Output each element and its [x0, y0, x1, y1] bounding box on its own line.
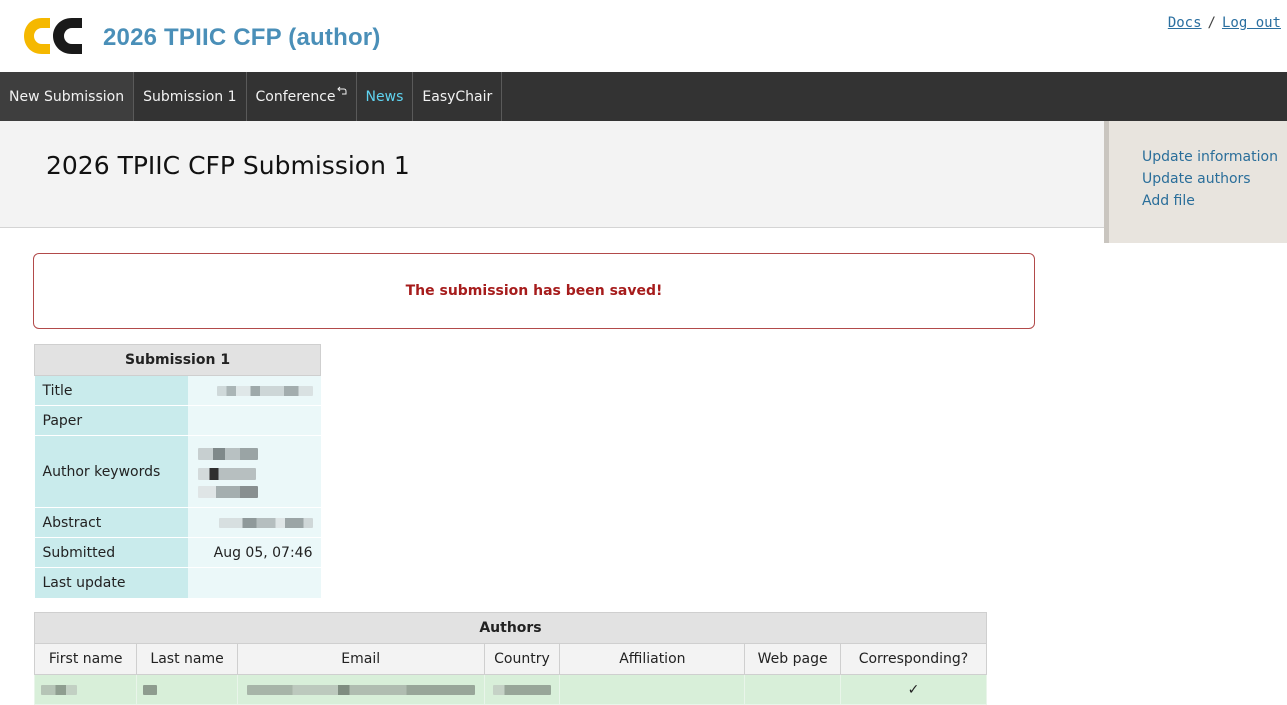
side-menu: Update information Update authors Add fi…: [1104, 121, 1287, 243]
nav-news[interactable]: News: [357, 72, 414, 121]
col-affiliation: Affiliation: [559, 643, 746, 675]
redacted-block: [246, 684, 475, 695]
submission-table: Submission 1 Title Paper Author keywords…: [34, 344, 321, 598]
col-corresponding: Corresponding?: [839, 643, 988, 675]
top-links: Docs / Log out: [1168, 15, 1281, 31]
keywords-value-redacted: [187, 435, 321, 508]
table-row: Last update: [34, 567, 321, 598]
nav-label: Submission 1: [143, 88, 237, 105]
authors-table: Authors First name Last name Email Count…: [33, 612, 988, 705]
authors-table-heading: Authors: [34, 612, 987, 644]
nav-conference[interactable]: Conference: [247, 72, 357, 121]
submission-table-heading: Submission 1: [34, 344, 321, 376]
return-arrow-icon: [336, 86, 347, 94]
row-label: Abstract: [34, 507, 188, 538]
redacted-block: [197, 485, 258, 498]
main-nav: New Submission Submission 1 Conference N…: [0, 72, 1287, 121]
title-value-redacted: [187, 375, 321, 406]
link-separator: /: [1207, 15, 1216, 31]
row-label: Last update: [34, 567, 188, 598]
easychair-logo-icon[interactable]: [20, 14, 92, 58]
nav-label: EasyChair: [422, 88, 493, 105]
redacted-block: [197, 467, 256, 480]
nav-label: New Submission: [9, 88, 125, 105]
nav-easychair[interactable]: EasyChair: [413, 72, 503, 121]
web-page-value: [744, 674, 841, 705]
table-row: Author keywords: [34, 435, 321, 508]
side-link-update-authors[interactable]: Update authors: [1142, 170, 1278, 188]
corresponding-check: ✓: [839, 674, 988, 705]
affiliation-redacted: [559, 674, 746, 705]
side-link-update-information[interactable]: Update information: [1142, 148, 1278, 166]
table-row: Submitted Aug 05, 07:46: [34, 537, 321, 568]
authors-header-row: First name Last name Email Country Affil…: [33, 643, 988, 675]
nav-new-submission[interactable]: New Submission: [0, 72, 135, 121]
page-title: 2026 TPIIC CFP Submission 1: [46, 151, 410, 180]
redacted-block: [216, 385, 313, 396]
first-name-redacted: [33, 674, 138, 705]
col-web-page: Web page: [744, 643, 841, 675]
table-row: Paper: [34, 405, 321, 436]
alert-message: The submission has been saved!: [405, 283, 663, 299]
submitted-value: Aug 05, 07:46: [187, 537, 321, 568]
email-redacted: [236, 674, 485, 705]
row-value: [187, 405, 321, 436]
row-label: Author keywords: [34, 435, 188, 508]
row-label: Paper: [34, 405, 188, 436]
row-label: Submitted: [34, 537, 188, 568]
page-title-band: 2026 TPIIC CFP Submission 1: [0, 121, 1104, 228]
success-alert: The submission has been saved!: [33, 253, 1035, 329]
row-label: Title: [34, 375, 188, 406]
country-redacted: [483, 674, 561, 705]
nav-label: News: [365, 88, 404, 105]
table-row: ✓: [33, 674, 988, 705]
col-country: Country: [483, 643, 561, 675]
col-last-name: Last name: [136, 643, 238, 675]
nav-label: Conference: [255, 88, 336, 105]
redacted-block: [197, 447, 258, 460]
col-first-name: First name: [33, 643, 138, 675]
side-link-add-file[interactable]: Add file: [1142, 192, 1278, 210]
docs-link[interactable]: Docs: [1168, 15, 1202, 31]
redacted-block: [218, 517, 313, 528]
app-title[interactable]: 2026 TPIIC CFP (author): [103, 24, 381, 52]
redacted-block: [143, 684, 158, 695]
last-name-redacted: [136, 674, 238, 705]
table-row: Abstract: [34, 507, 321, 538]
logout-link[interactable]: Log out: [1222, 15, 1281, 31]
nav-submission-1[interactable]: Submission 1: [134, 72, 247, 121]
app-header: 2026 TPIIC CFP (author) Docs / Log out: [0, 0, 1287, 72]
table-row: Title: [34, 375, 321, 406]
redacted-block: [492, 684, 551, 695]
redacted-block: [41, 684, 77, 695]
row-value: [187, 567, 321, 598]
redacted-block: [566, 685, 738, 695]
col-email: Email: [236, 643, 485, 675]
abstract-value-redacted: [187, 507, 321, 538]
